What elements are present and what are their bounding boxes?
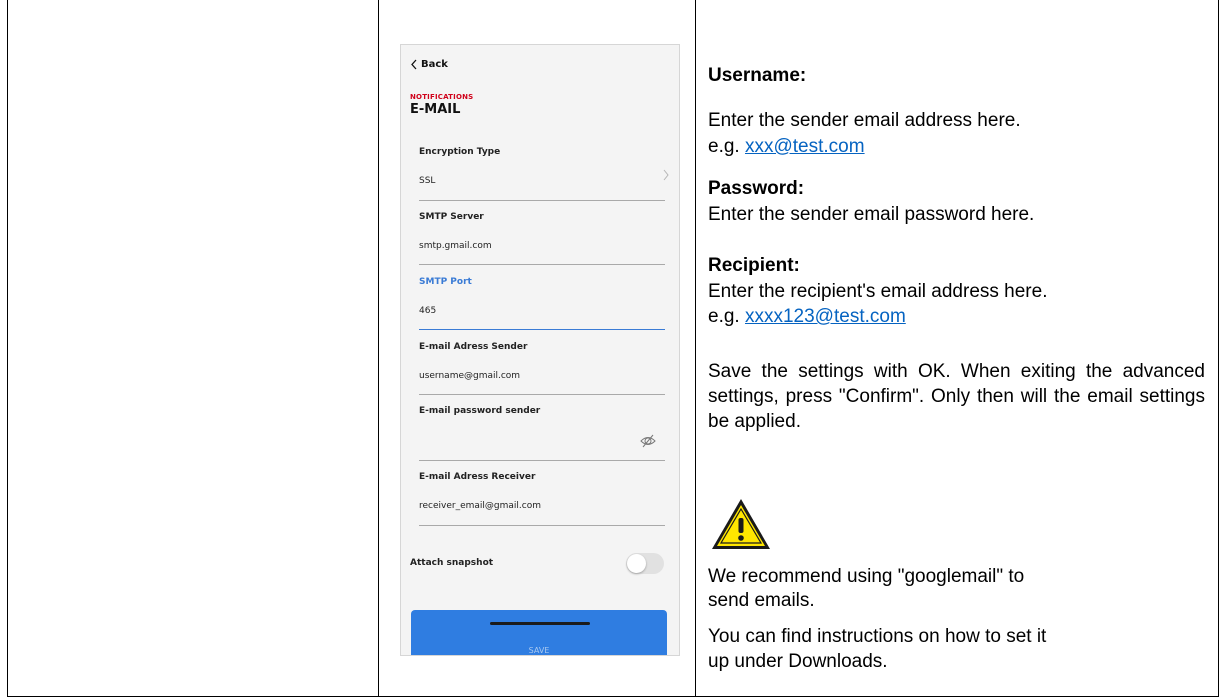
username-example-link[interactable]: xxx@test.com bbox=[745, 136, 865, 157]
phone-screenshot: Back NOTIFICATIONS E-MAIL Encryption Typ… bbox=[400, 44, 680, 656]
smtp-port-label: SMTP Port bbox=[419, 277, 472, 287]
receiver-address-input[interactable]: receiver_email@gmail.com bbox=[419, 501, 541, 511]
receiver-address-label: E-mail Adress Receiver bbox=[419, 472, 536, 482]
save-button[interactable]: SAVE bbox=[411, 610, 667, 655]
encryption-type-label: Encryption Type bbox=[419, 147, 501, 157]
smtp-port-input[interactable]: 465 bbox=[419, 306, 436, 316]
toggle-knob bbox=[627, 554, 646, 573]
smtp-server-label: SMTP Server bbox=[419, 212, 484, 222]
attach-snapshot-toggle[interactable] bbox=[626, 553, 664, 574]
password-text: Enter the sender email password here. bbox=[708, 204, 1035, 225]
recommend-line-2: send emails. bbox=[708, 590, 815, 611]
eg-label: e.g. bbox=[708, 306, 740, 327]
divider bbox=[419, 264, 665, 265]
divider bbox=[419, 460, 665, 461]
recipient-example: e.g. xxxx123@test.com bbox=[708, 305, 906, 328]
recipient-text: Enter the recipient's email address here… bbox=[708, 281, 1048, 302]
sender-address-input[interactable]: username@gmail.com bbox=[419, 371, 520, 381]
smtp-server-input[interactable]: smtp.gmail.com bbox=[419, 241, 492, 251]
eye-hidden-icon[interactable] bbox=[639, 432, 657, 450]
password-heading: Password: bbox=[708, 178, 805, 199]
eg-label: e.g. bbox=[708, 136, 740, 157]
save-button-label: SAVE bbox=[528, 646, 550, 655]
column-divider-2 bbox=[695, 0, 696, 697]
section-label: NOTIFICATIONS bbox=[410, 93, 474, 101]
divider bbox=[419, 200, 665, 201]
sender-address-label: E-mail Adress Sender bbox=[419, 342, 528, 352]
chevron-left-icon bbox=[411, 59, 417, 70]
warning-triangle-icon bbox=[712, 499, 770, 549]
save-paragraph: Save the settings with OK. When exiting … bbox=[708, 361, 1205, 432]
username-text: Enter the sender email address here. bbox=[708, 110, 1021, 131]
attach-snapshot-label: Attach snapshot bbox=[410, 558, 494, 568]
downloads-line-2: up under Downloads. bbox=[708, 651, 888, 672]
recipient-example-link[interactable]: xxxx123@test.com bbox=[745, 306, 906, 327]
divider bbox=[419, 394, 665, 395]
recipient-heading: Recipient: bbox=[708, 255, 800, 276]
downloads-line-1: You can find instructions on how to set … bbox=[708, 626, 1047, 647]
sender-password-label: E-mail password sender bbox=[419, 406, 541, 416]
back-button[interactable]: Back bbox=[410, 59, 448, 70]
chevron-right-icon[interactable] bbox=[662, 169, 670, 181]
page-title: E-MAIL bbox=[410, 102, 461, 117]
home-indicator bbox=[490, 622, 590, 625]
username-example: e.g. xxx@test.com bbox=[708, 135, 865, 158]
username-heading: Username: bbox=[708, 65, 807, 86]
divider bbox=[419, 525, 665, 526]
back-label: Back bbox=[421, 59, 448, 70]
recommend-line-1: We recommend using "googlemail" to bbox=[708, 566, 1025, 587]
divider-active bbox=[419, 329, 665, 330]
column-divider-1 bbox=[378, 0, 379, 697]
encryption-type-value[interactable]: SSL bbox=[419, 176, 435, 186]
